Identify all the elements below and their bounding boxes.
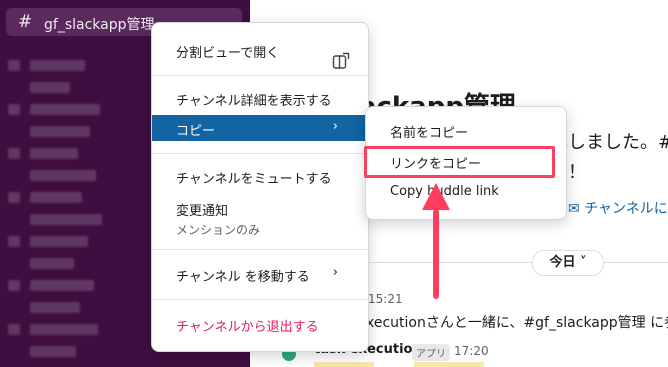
annotation-arrow-icon bbox=[422, 183, 450, 299]
